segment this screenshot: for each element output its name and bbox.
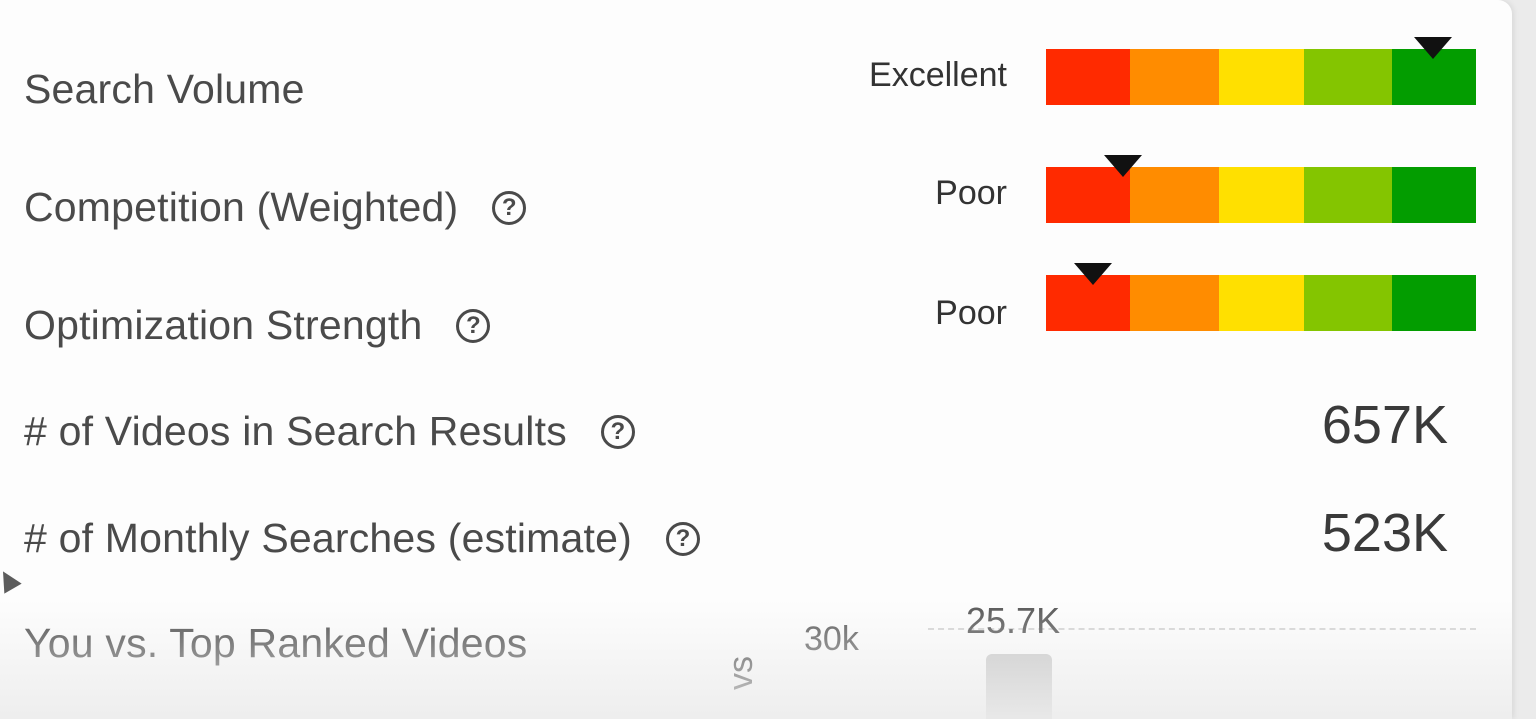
help-icon[interactable]: ? — [492, 190, 527, 225]
comparison-bar[interactable] — [986, 654, 1052, 719]
competition-meter — [1046, 155, 1476, 223]
y-tick-label: 30k — [804, 620, 859, 658]
meter-segment-good — [1304, 49, 1392, 105]
optimization-meter — [1046, 263, 1476, 331]
meter-segment-excellent — [1392, 167, 1476, 223]
search-volume-label-text: Search Volume — [24, 66, 305, 112]
comparison-label: You vs. Top Ranked Videos — [24, 620, 527, 667]
keyword-stats-panel: Search Volume Excellent Competition (Wei… — [0, 0, 1512, 719]
meter-segment-average — [1219, 167, 1304, 223]
help-icon[interactable]: ? — [666, 521, 700, 556]
search-volume-rating: Excellent — [869, 56, 1007, 94]
meter-segment-good — [1304, 167, 1392, 223]
meter-segment-poor — [1046, 49, 1130, 105]
meter-segment-average — [1219, 275, 1304, 331]
meter-segment-fair — [1130, 49, 1219, 105]
competition-label-text: Competition (Weighted) — [24, 184, 459, 230]
y-axis-label: vs — [722, 656, 760, 690]
optimization-label: Optimization Strength ? — [24, 302, 491, 349]
videos-count-value: 657K — [1321, 395, 1448, 455]
help-icon[interactable]: ? — [456, 308, 491, 343]
meter-segment-fair — [1130, 167, 1219, 223]
monthly-searches-label-text: # of Monthly Searches (estimate) — [24, 515, 632, 561]
meter-segment-excellent — [1392, 275, 1476, 331]
meter-marker — [1074, 263, 1113, 285]
meter-marker — [1104, 155, 1143, 177]
meter-segment-fair — [1130, 275, 1219, 331]
competition-rating: Poor — [935, 174, 1007, 212]
competition-label: Competition (Weighted) ? — [24, 184, 527, 231]
videos-count-label-text: # of Videos in Search Results — [24, 408, 567, 454]
optimization-label-text: Optimization Strength — [24, 302, 423, 348]
monthly-searches-label: # of Monthly Searches (estimate) ? — [24, 515, 700, 562]
monthly-searches-value: 523K — [1321, 503, 1448, 563]
meter-marker — [1414, 37, 1452, 59]
meter-segment-average — [1219, 49, 1304, 105]
meter-segment-good — [1304, 275, 1392, 331]
help-icon[interactable]: ? — [600, 414, 635, 449]
search-volume-meter — [1046, 37, 1476, 105]
optimization-rating: Poor — [935, 294, 1007, 332]
search-volume-label: Search Volume — [24, 66, 305, 113]
comparison-label-text: You vs. Top Ranked Videos — [24, 620, 528, 666]
videos-count-label: # of Videos in Search Results ? — [24, 408, 635, 455]
bar-data-label: 25.7K — [966, 600, 1061, 641]
